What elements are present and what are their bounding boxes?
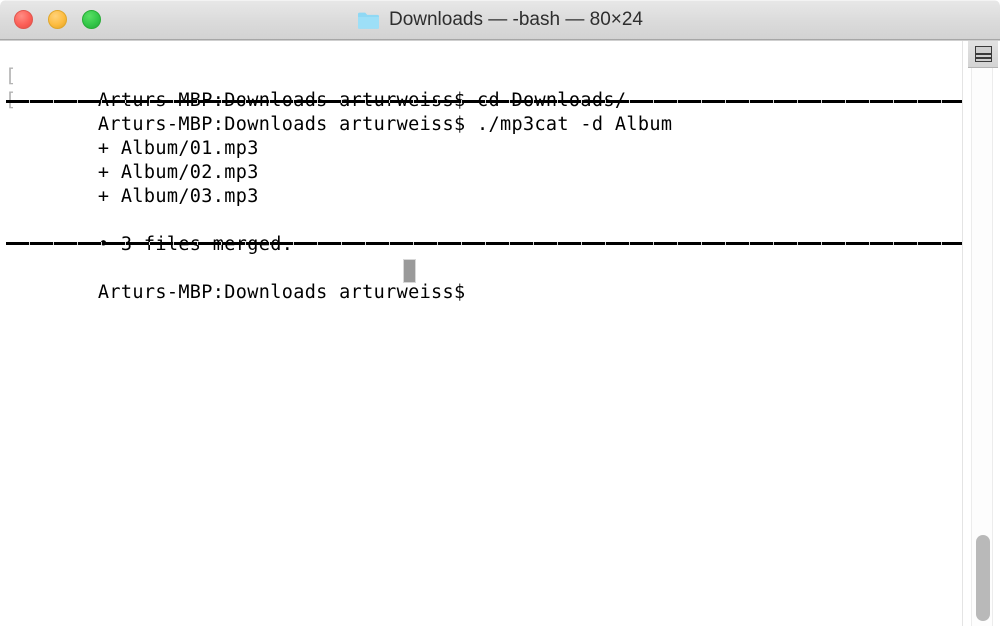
window-title-group: Downloads — -bash — 80×24	[0, 0, 1000, 40]
horizontal-rule-bottom	[6, 242, 962, 245]
horizontal-rule-top	[6, 100, 962, 103]
minimize-button[interactable]	[48, 10, 67, 29]
window-titlebar[interactable]: Downloads — -bash — 80×24	[0, 0, 1000, 40]
terminal-lines: [ Arturs-MBP:Downloads arturweiss$ cd Do…	[0, 41, 971, 626]
line-wrap-marker-right-holder: ]	[0, 65, 971, 111]
rule-gap-overlay	[6, 242, 962, 245]
terminal-cursor[interactable]	[403, 259, 416, 283]
scrollbar-track[interactable]	[971, 41, 993, 626]
folder-icon	[357, 11, 380, 30]
split-pane-icon	[975, 46, 992, 62]
terminal-line-text: + Album/03.mp3	[97, 186, 259, 207]
scrollbar-thumb[interactable]	[976, 535, 990, 621]
terminal-window: Downloads — -bash — 80×24 [ Arturs-MBP:D…	[0, 0, 1000, 626]
terminal-output-area[interactable]: [ Arturs-MBP:Downloads arturweiss$ cd Do…	[0, 41, 1000, 626]
scrollbar-column	[962, 41, 1000, 626]
terminal-line: [ Arturs-MBP:Downloads arturweiss$ cd Do…	[5, 41, 626, 111]
terminal-line: [ Arturs-MBP:Downloads arturweiss$ ./mp3…	[5, 65, 672, 135]
close-button[interactable]	[14, 10, 33, 29]
titlebar-highlight	[0, 0, 1000, 1]
terminal-prompt-line: Arturs-MBP:Downloads arturweiss$	[6, 257, 466, 303]
terminal-line: + Album/01.mp3	[6, 113, 259, 159]
terminal-line-summary: • 3 files merged.	[6, 209, 293, 255]
zoom-button[interactable]	[82, 10, 101, 29]
split-pane-button[interactable]	[968, 41, 998, 68]
scrollbar-column-border	[962, 41, 963, 626]
terminal-line: + Album/03.mp3	[6, 161, 259, 207]
terminal-prompt-text: Arturs-MBP:Downloads arturweiss$	[97, 282, 466, 303]
terminal-line: + Album/02.mp3	[6, 137, 259, 183]
line-wrap-marker-right-holder: ]	[0, 41, 971, 87]
rule-gap-overlay	[6, 100, 962, 103]
page-title: Downloads — -bash — 80×24	[388, 9, 643, 30]
